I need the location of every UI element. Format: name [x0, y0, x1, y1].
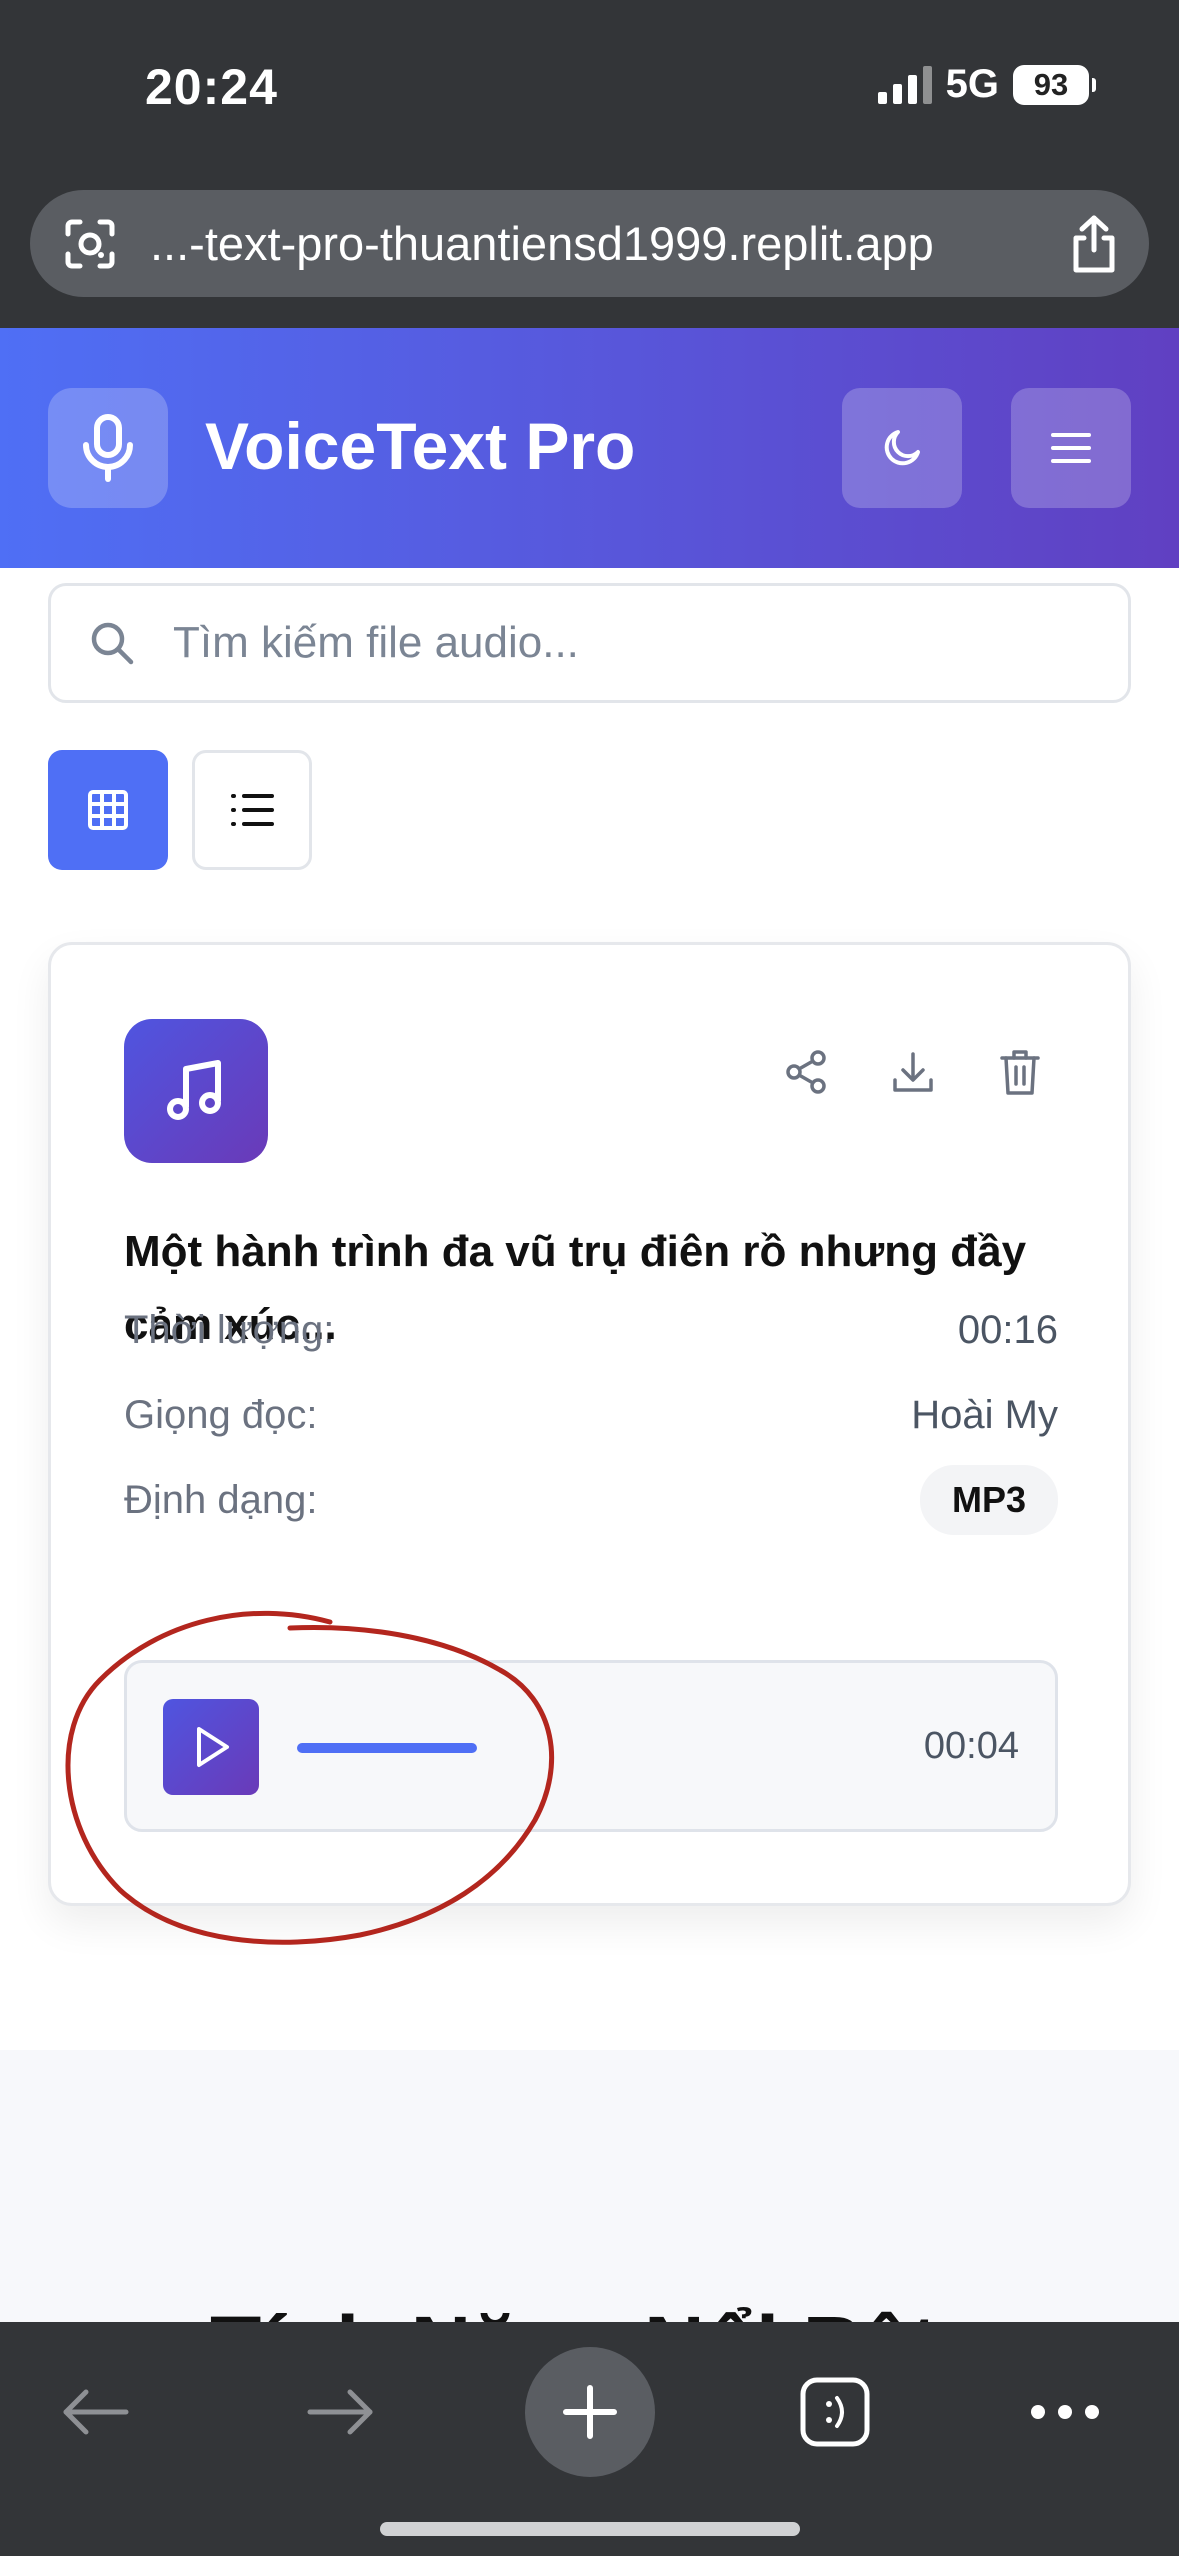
app-title: VoiceText Pro	[205, 409, 636, 483]
play-icon	[197, 1727, 229, 1767]
browser-chrome: ...-text-pro-thuantiensd1999.replit.app	[0, 170, 1179, 328]
format-label: Định dạng:	[124, 1477, 318, 1522]
forward-icon	[307, 2389, 373, 2435]
format-row: Định dạng: MP3	[124, 1465, 1058, 1535]
menu-icon	[1051, 433, 1091, 463]
plus-icon	[563, 2385, 617, 2439]
status-time: 20:24	[145, 59, 278, 115]
app-header: VoiceText Pro	[0, 328, 1179, 568]
tabs-icon	[800, 2377, 870, 2447]
back-icon	[63, 2389, 129, 2435]
search-input[interactable]	[173, 618, 1128, 668]
forward-button[interactable]	[276, 2347, 406, 2477]
grid-icon	[88, 790, 128, 830]
theme-toggle-button[interactable]	[842, 388, 962, 508]
download-button[interactable]	[878, 1037, 948, 1107]
duration-value: 00:16	[957, 1308, 1058, 1352]
network-label: 5G	[945, 62, 999, 106]
features-section: Tính Năng Nổi Bật	[0, 2050, 1179, 2322]
download-icon	[893, 1052, 933, 1092]
progress-bar[interactable]	[297, 1743, 477, 1753]
voice-row: Giọng đọc: Hoài My	[124, 1393, 1058, 1438]
features-title: Tính Năng Nổi Bật	[210, 2298, 938, 2322]
moon-icon	[884, 430, 920, 466]
delete-button[interactable]	[985, 1037, 1055, 1107]
mic-icon	[48, 388, 168, 508]
duration-row: Thời lượng: 00:16	[124, 1308, 1058, 1353]
play-button[interactable]	[163, 1699, 259, 1795]
list-view-button[interactable]	[192, 750, 312, 870]
tabs-button[interactable]	[770, 2347, 900, 2477]
audio-card: Một hành trình đa vũ trụ điên rồ nhưng đ…	[48, 942, 1131, 1906]
format-badge: MP3	[919, 1465, 1058, 1535]
new-tab-button[interactable]	[525, 2347, 655, 2477]
status-bar: 20:24 5G 93	[0, 0, 1179, 170]
search-icon	[51, 620, 173, 666]
signal-icon	[877, 65, 932, 104]
battery-level: 93	[1033, 66, 1069, 102]
voice-label: Giọng đọc:	[124, 1393, 318, 1437]
grid-view-button[interactable]	[48, 750, 168, 870]
home-indicator	[380, 2522, 800, 2536]
list-icon	[231, 794, 274, 826]
voice-value: Hoài My	[911, 1393, 1058, 1437]
status-indicators: 5G 93	[877, 62, 1096, 107]
trash-icon	[1000, 1050, 1040, 1095]
audio-player: 00:04	[124, 1660, 1058, 1832]
player-time: 00:04	[923, 1725, 1019, 1767]
search-box[interactable]	[48, 583, 1131, 703]
menu-button[interactable]	[1011, 388, 1131, 508]
browser-toolbar	[0, 2322, 1179, 2556]
share-button[interactable]	[771, 1037, 841, 1107]
more-button[interactable]	[1000, 2347, 1130, 2477]
share-nodes-icon	[786, 1050, 826, 1094]
back-button[interactable]	[30, 2347, 160, 2477]
more-icon	[1031, 2405, 1099, 2419]
url-bar[interactable]: ...-text-pro-thuantiensd1999.replit.app	[30, 190, 1149, 297]
lens-icon[interactable]	[30, 190, 150, 297]
duration-label: Thời lượng:	[124, 1308, 335, 1352]
share-icon[interactable]	[1039, 190, 1149, 297]
url-text: ...-text-pro-thuantiensd1999.replit.app	[150, 217, 934, 270]
battery-icon: 93	[1013, 64, 1096, 105]
music-note-icon	[124, 1019, 268, 1163]
